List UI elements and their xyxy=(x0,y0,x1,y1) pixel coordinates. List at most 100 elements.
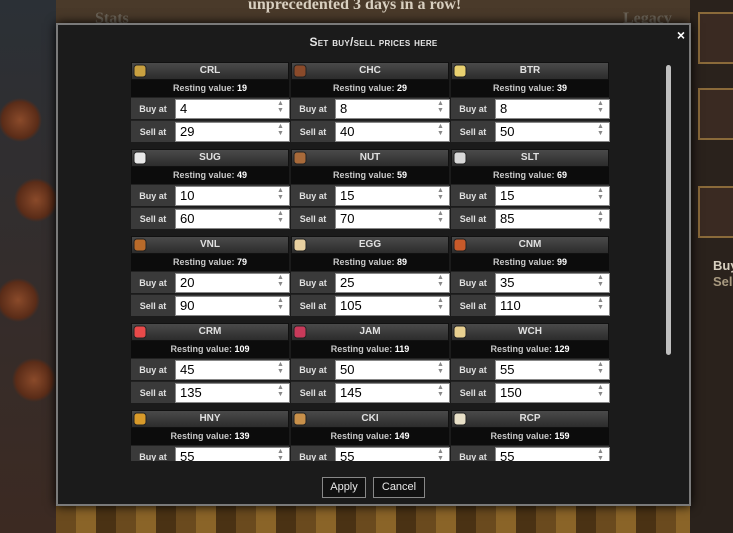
sell-stepper-icon[interactable]: ▲ ▼ xyxy=(596,384,605,399)
buy-stepper-icon[interactable]: ▲ ▼ xyxy=(276,448,285,461)
buy-stepper-icon[interactable]: ▲ ▼ xyxy=(596,361,605,376)
sell-price-input[interactable]: 90 xyxy=(175,296,290,316)
salt-icon xyxy=(453,151,467,165)
resting-value-number: 129 xyxy=(554,344,570,354)
buy-price-input[interactable]: 55 xyxy=(495,360,610,380)
sell-price-input[interactable]: 40 xyxy=(335,122,450,142)
good-header: SLT xyxy=(451,149,609,167)
sell-stepper-icon[interactable]: ▲ ▼ xyxy=(276,210,285,225)
cinnamon-icon xyxy=(453,238,467,252)
side-building-tile[interactable] xyxy=(698,186,733,238)
cereal-icon xyxy=(133,64,147,78)
resting-value: Resting value: 119 xyxy=(291,341,449,358)
buy-price-input[interactable]: 15 xyxy=(495,186,610,206)
sell-price-input[interactable]: 85 xyxy=(495,209,610,229)
buy-row: Buy at 15 ▲ ▼ xyxy=(291,184,450,206)
good-header: NUT xyxy=(291,149,449,167)
buy-stepper-icon[interactable]: ▲ ▼ xyxy=(436,100,445,115)
sell-stepper-icon[interactable]: ▲ ▼ xyxy=(276,123,285,138)
sell-stepper-icon[interactable]: ▲ ▼ xyxy=(436,210,445,225)
buy-price-input[interactable]: 10 xyxy=(175,186,290,206)
good-code: RCP xyxy=(519,413,541,424)
resting-value: Resting value: 39 xyxy=(451,80,609,97)
side-buy-label: Buy xyxy=(713,258,733,273)
good-header: SUG xyxy=(131,149,289,167)
sell-price-input[interactable]: 150 xyxy=(495,383,610,403)
sell-price-input[interactable]: 135 xyxy=(175,383,290,403)
buy-price-input[interactable]: 35 xyxy=(495,273,610,293)
buy-stepper-icon[interactable]: ▲ ▼ xyxy=(276,187,285,202)
buy-price-input[interactable]: 55 xyxy=(495,447,610,461)
sell-label: Sell at xyxy=(299,127,327,137)
buy-stepper-icon[interactable]: ▲ ▼ xyxy=(436,274,445,289)
buy-price-input[interactable]: 4 xyxy=(175,99,290,119)
resting-value-number: 69 xyxy=(557,170,568,180)
resting-value-number: 29 xyxy=(397,83,408,93)
buy-price-input[interactable]: 25 xyxy=(335,273,450,293)
sell-stepper-icon[interactable]: ▲ ▼ xyxy=(596,210,605,225)
good-header: BTR xyxy=(451,62,609,80)
sell-price-input[interactable]: 145 xyxy=(335,383,450,403)
buy-stepper-icon[interactable]: ▲ ▼ xyxy=(276,100,285,115)
scrollbar[interactable] xyxy=(666,65,671,355)
sell-price-input[interactable]: 70 xyxy=(335,209,450,229)
buy-price-input[interactable]: 55 xyxy=(175,447,290,461)
buy-label: Buy at xyxy=(139,365,167,375)
side-building-tile[interactable] xyxy=(698,12,733,64)
buy-stepper-icon[interactable]: ▲ ▼ xyxy=(276,274,285,289)
cream-icon xyxy=(133,325,147,339)
buy-price-input[interactable]: 50 xyxy=(335,360,450,380)
good-cell-crl: CRL Resting value: 19 Buy at 4 ▲ ▼ Sell at 29 ▲ ▼ xyxy=(131,62,290,149)
buy-stepper-icon[interactable]: ▲ ▼ xyxy=(596,100,605,115)
buy-stepper-icon[interactable]: ▲ ▼ xyxy=(596,187,605,202)
sell-row: Sell at 60 ▲ ▼ xyxy=(131,207,290,229)
sell-stepper-icon[interactable]: ▲ ▼ xyxy=(276,384,285,399)
sell-stepper-icon[interactable]: ▲ ▼ xyxy=(596,123,605,138)
side-building-tile[interactable] xyxy=(698,88,733,140)
apply-button[interactable]: Apply xyxy=(322,477,366,498)
buy-label: Buy at xyxy=(459,452,487,461)
good-code: HNY xyxy=(199,413,221,424)
jam-icon xyxy=(293,325,307,339)
buy-price-input[interactable]: 55 xyxy=(335,447,450,461)
buy-stepper-icon[interactable]: ▲ ▼ xyxy=(596,448,605,461)
buy-price-input[interactable]: 45 xyxy=(175,360,290,380)
buy-price-input[interactable]: 20 xyxy=(175,273,290,293)
sell-row: Sell at 85 ▲ ▼ xyxy=(451,207,610,229)
good-cell-jam: JAM Resting value: 119 Buy at 50 ▲ ▼ Sell at 14… xyxy=(291,323,450,410)
buy-price-input[interactable]: 8 xyxy=(495,99,610,119)
sell-stepper-icon[interactable]: ▲ ▼ xyxy=(436,123,445,138)
buy-stepper-icon[interactable]: ▲ ▼ xyxy=(436,187,445,202)
good-cell-btr: BTR Resting value: 39 Buy at 8 ▲ ▼ Sell at 50 ▲ ▼ xyxy=(451,62,610,149)
good-header: CRL xyxy=(131,62,289,80)
sell-price-input[interactable]: 60 xyxy=(175,209,290,229)
buy-stepper-icon[interactable]: ▲ ▼ xyxy=(436,361,445,376)
good-cell-chc: CHC Resting value: 29 Buy at 8 ▲ ▼ Sell at 40 ▲ ▼ xyxy=(291,62,450,149)
cancel-button[interactable]: Cancel xyxy=(373,477,425,498)
good-header: CHC xyxy=(291,62,449,80)
sell-price-input[interactable]: 110 xyxy=(495,296,610,316)
buy-stepper-icon[interactable]: ▲ ▼ xyxy=(276,361,285,376)
close-icon[interactable]: × xyxy=(677,27,685,43)
buy-stepper-icon[interactable]: ▲ ▼ xyxy=(436,448,445,461)
sell-price-input[interactable]: 29 xyxy=(175,122,290,142)
background-left-panel xyxy=(0,0,56,533)
cookie-icon xyxy=(293,412,307,426)
sell-label: Sell at xyxy=(459,214,487,224)
sell-stepper-icon[interactable]: ▲ ▼ xyxy=(436,297,445,312)
sell-price-input[interactable]: 105 xyxy=(335,296,450,316)
resting-value: Resting value: 139 xyxy=(131,428,289,445)
buy-row: Buy at 35 ▲ ▼ xyxy=(451,271,610,293)
sell-price-input[interactable]: 50 xyxy=(495,122,610,142)
buy-label: Buy at xyxy=(299,191,327,201)
sell-stepper-icon[interactable]: ▲ ▼ xyxy=(596,297,605,312)
buy-stepper-icon[interactable]: ▲ ▼ xyxy=(596,274,605,289)
buy-price-input[interactable]: 8 xyxy=(335,99,450,119)
buy-price-input[interactable]: 15 xyxy=(335,186,450,206)
resting-value: Resting value: 129 xyxy=(451,341,609,358)
resting-value: Resting value: 69 xyxy=(451,167,609,184)
sell-row: Sell at 145 ▲ ▼ xyxy=(291,381,450,403)
good-cell-egg: EGG Resting value: 89 Buy at 25 ▲ ▼ Sell at 105… xyxy=(291,236,450,323)
sell-stepper-icon[interactable]: ▲ ▼ xyxy=(436,384,445,399)
sell-stepper-icon[interactable]: ▲ ▼ xyxy=(276,297,285,312)
